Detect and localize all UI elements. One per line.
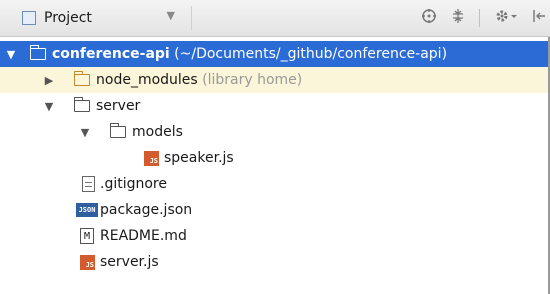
hide-icon[interactable] — [532, 8, 546, 28]
tree-item-node-modules[interactable]: ▶ node_modules (library home) — [0, 67, 550, 93]
folder-icon — [29, 45, 46, 60]
js-file-icon: JS — [80, 254, 95, 270]
chevron-down-icon: ▼ — [166, 9, 175, 22]
expand-caret-icon[interactable]: ▼ — [78, 126, 92, 139]
toolbar-actions — [421, 6, 546, 30]
folder-icon — [73, 97, 90, 112]
text-file-icon — [82, 176, 95, 192]
tree-item-label: .gitignore — [100, 176, 167, 192]
tree-item-label: README.md — [100, 228, 187, 244]
tree-item-label: node_modules — [96, 72, 198, 88]
tree-item-server-js[interactable]: JS server.js — [0, 249, 550, 275]
tree-item-gitignore[interactable]: .gitignore — [0, 171, 550, 197]
tree-item-speaker-js[interactable]: JS speaker.js — [0, 145, 550, 171]
tree-item-root[interactable]: ▼ conference-api (~/Documents/_github/co… — [0, 41, 550, 67]
collapse-icon[interactable] — [451, 8, 465, 28]
markdown-file-icon: M — [80, 228, 94, 244]
folder-icon — [109, 123, 126, 138]
tree-item-path: (~/Documents/_github/conference-api) — [174, 46, 448, 62]
tree-item-label: models — [132, 124, 183, 140]
project-toolbar: Project ▼ — [0, 0, 550, 37]
project-icon — [22, 11, 36, 25]
tree-item-readme[interactable]: M README.md — [0, 223, 550, 249]
expand-caret-icon[interactable]: ▼ — [42, 100, 56, 113]
tree-item-label: package.json — [100, 202, 193, 218]
js-file-icon: JS — [144, 150, 159, 166]
tree-item-package-json[interactable]: JSON package.json — [0, 197, 550, 223]
view-selector[interactable]: Project ▼ — [22, 6, 192, 30]
collapse-caret-icon[interactable]: ▶ — [42, 74, 56, 87]
tree-item-models[interactable]: ▼ models — [0, 119, 550, 145]
folder-icon — [73, 71, 90, 86]
expand-caret-icon[interactable]: ▼ — [4, 48, 18, 61]
tree-item-label: server — [96, 98, 141, 114]
target-icon[interactable] — [421, 8, 437, 28]
tree-item-server[interactable]: ▼ server — [0, 93, 550, 119]
tree-item-label: conference-api — [52, 46, 170, 62]
view-selector-label: Project — [44, 10, 92, 26]
tree-item-hint: (library home) — [202, 72, 303, 88]
json-file-icon: JSON — [76, 203, 98, 217]
tree-item-label: speaker.js — [164, 150, 234, 166]
settings-icon[interactable] — [494, 8, 518, 28]
tree-item-label: server.js — [100, 254, 159, 270]
toolbar-separator — [479, 9, 480, 27]
